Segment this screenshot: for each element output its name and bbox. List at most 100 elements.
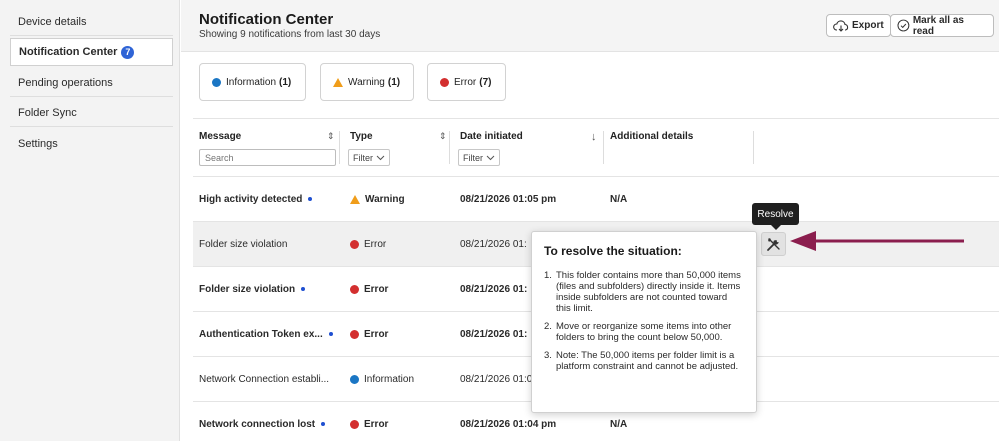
- export-button[interactable]: Export: [826, 14, 891, 37]
- message-text: Network Connection establi...: [199, 373, 330, 385]
- message-text: Folder size violation: [199, 238, 288, 250]
- error-icon: [350, 239, 359, 249]
- chip-count: (7): [479, 76, 492, 88]
- chevron-down-icon: [376, 155, 385, 160]
- info-filter-chip[interactable]: Information (1): [199, 63, 306, 101]
- type-filter-dropdown[interactable]: Filter: [348, 149, 390, 166]
- filter-label: Filter: [353, 152, 373, 163]
- date-cell: 08/21/2026 01:: [460, 328, 528, 340]
- tools-icon: [767, 237, 780, 251]
- step-text: Note: The 50,000 items per folder limit …: [556, 350, 739, 372]
- popover-title: To resolve the situation:: [544, 244, 682, 258]
- divider: [193, 118, 999, 119]
- sidebar-item-label: Notification Center: [19, 46, 118, 58]
- message-cell: High activity detected: [199, 177, 313, 221]
- type-cell: Error: [350, 267, 388, 311]
- resolve-step: 1. This folder contains more than 50,000 …: [544, 270, 744, 314]
- unread-indicator: [328, 332, 333, 336]
- type-text: Error: [364, 238, 387, 250]
- date-filter-dropdown[interactable]: Filter: [458, 149, 500, 166]
- column-divider: [753, 131, 754, 164]
- message-text: High activity detected: [199, 193, 303, 205]
- resolve-popover: To resolve the situation: 1. This folder …: [531, 231, 757, 413]
- table-row[interactable]: High activity detected Warning 08/21/202…: [193, 177, 999, 221]
- step-text: Move or reorganize some items into other…: [556, 321, 732, 343]
- unread-indicator: [321, 422, 326, 426]
- sort-icon[interactable]: ⇕: [327, 131, 335, 142]
- sidebar-item-settings[interactable]: Settings: [10, 130, 173, 158]
- column-header-message[interactable]: Message: [199, 131, 241, 142]
- message-text: Network connection lost: [199, 418, 316, 430]
- column-divider: [449, 131, 450, 164]
- warning-icon: [350, 194, 360, 204]
- type-cell: Error: [350, 222, 386, 266]
- sidebar-item-label: Device details: [18, 15, 87, 28]
- check-circle-icon: [897, 19, 910, 32]
- column-header-type[interactable]: Type: [350, 131, 373, 142]
- type-text: Warning: [365, 193, 405, 205]
- sidebar-item-label: Pending operations: [18, 76, 113, 89]
- warning-filter-chip[interactable]: Warning (1): [320, 63, 414, 101]
- chip-label: Error: [454, 76, 477, 88]
- mark-all-read-button[interactable]: Mark all as read: [890, 14, 994, 37]
- details-cell: N/A: [610, 193, 628, 205]
- type-text: Error: [364, 283, 389, 295]
- type-cell: Information: [350, 357, 414, 401]
- date-cell: 08/21/2026 01:: [460, 283, 528, 295]
- type-text: Error: [364, 418, 389, 430]
- annotation-arrow-icon: [790, 231, 964, 251]
- cloud-download-icon: [833, 19, 849, 32]
- export-label: Export: [852, 20, 884, 31]
- column-header-details: Additional details: [610, 131, 694, 142]
- page-header: Notification Center Showing 9 notificati…: [181, 0, 999, 52]
- info-icon: [350, 374, 359, 384]
- info-icon: [212, 77, 221, 87]
- sidebar-item-label: Folder Sync: [18, 106, 77, 119]
- error-icon: [350, 419, 359, 429]
- error-icon: [440, 77, 449, 87]
- sidebar-item-device-details[interactable]: Device details: [10, 8, 173, 36]
- sidebar: Device details Notification Center 7 Pen…: [0, 0, 180, 441]
- message-cell: Network Connection establi...: [199, 357, 329, 401]
- sidebar-item-pending-operations[interactable]: Pending operations: [10, 69, 173, 97]
- sort-desc-icon[interactable]: ↓: [591, 131, 597, 143]
- filter-label: Filter: [463, 152, 483, 163]
- resolve-button[interactable]: [761, 232, 786, 256]
- error-icon: [350, 329, 359, 339]
- warning-icon: [333, 77, 343, 87]
- page-subtitle: Showing 9 notifications from last 30 day…: [199, 29, 381, 40]
- sidebar-item-notification-center[interactable]: Notification Center 7: [10, 38, 173, 66]
- resolve-tooltip: Resolve: [752, 203, 799, 230]
- mark-all-read-label: Mark all as read: [912, 14, 964, 37]
- message-search-input[interactable]: [199, 149, 336, 166]
- type-cell: Error: [350, 312, 388, 356]
- chip-label: Warning: [348, 76, 385, 88]
- type-cell: Error: [350, 402, 388, 441]
- resolve-step: 3. Note: The 50,000 items per folder limi…: [544, 350, 744, 372]
- column-header-date[interactable]: Date initiated: [460, 131, 523, 142]
- sidebar-item-folder-sync[interactable]: Folder Sync: [10, 99, 173, 127]
- chip-label: Information: [226, 76, 277, 88]
- resolve-step: 2. Move or reorganize some items into oth…: [544, 321, 744, 343]
- chip-count: (1): [387, 76, 401, 88]
- message-cell: Folder size violation: [199, 222, 287, 266]
- unread-indicator: [301, 287, 306, 291]
- chevron-down-icon: [486, 155, 495, 160]
- message-text: Folder size violation: [199, 283, 296, 295]
- date-cell: 08/21/2026 01:: [460, 238, 527, 250]
- error-filter-chip[interactable]: Error (7): [427, 63, 506, 101]
- unread-indicator: [308, 197, 313, 201]
- date-cell: 08/21/2026 01:0: [460, 373, 533, 385]
- type-cell: Warning: [350, 177, 405, 221]
- message-cell: Authentication Token ex...: [199, 312, 333, 356]
- message-cell: Folder size violation: [199, 267, 306, 311]
- sidebar-item-label: Settings: [18, 138, 58, 150]
- message-cell: Network connection lost: [199, 402, 326, 441]
- type-text: Information: [364, 373, 415, 385]
- notification-count-badge: 7: [121, 45, 135, 59]
- page-title: Notification Center: [199, 11, 334, 28]
- column-divider: [339, 131, 340, 164]
- sort-icon[interactable]: ⇕: [439, 131, 447, 142]
- step-text: This folder contains more than 50,000 it…: [556, 270, 741, 314]
- chip-count: (1): [279, 76, 292, 88]
